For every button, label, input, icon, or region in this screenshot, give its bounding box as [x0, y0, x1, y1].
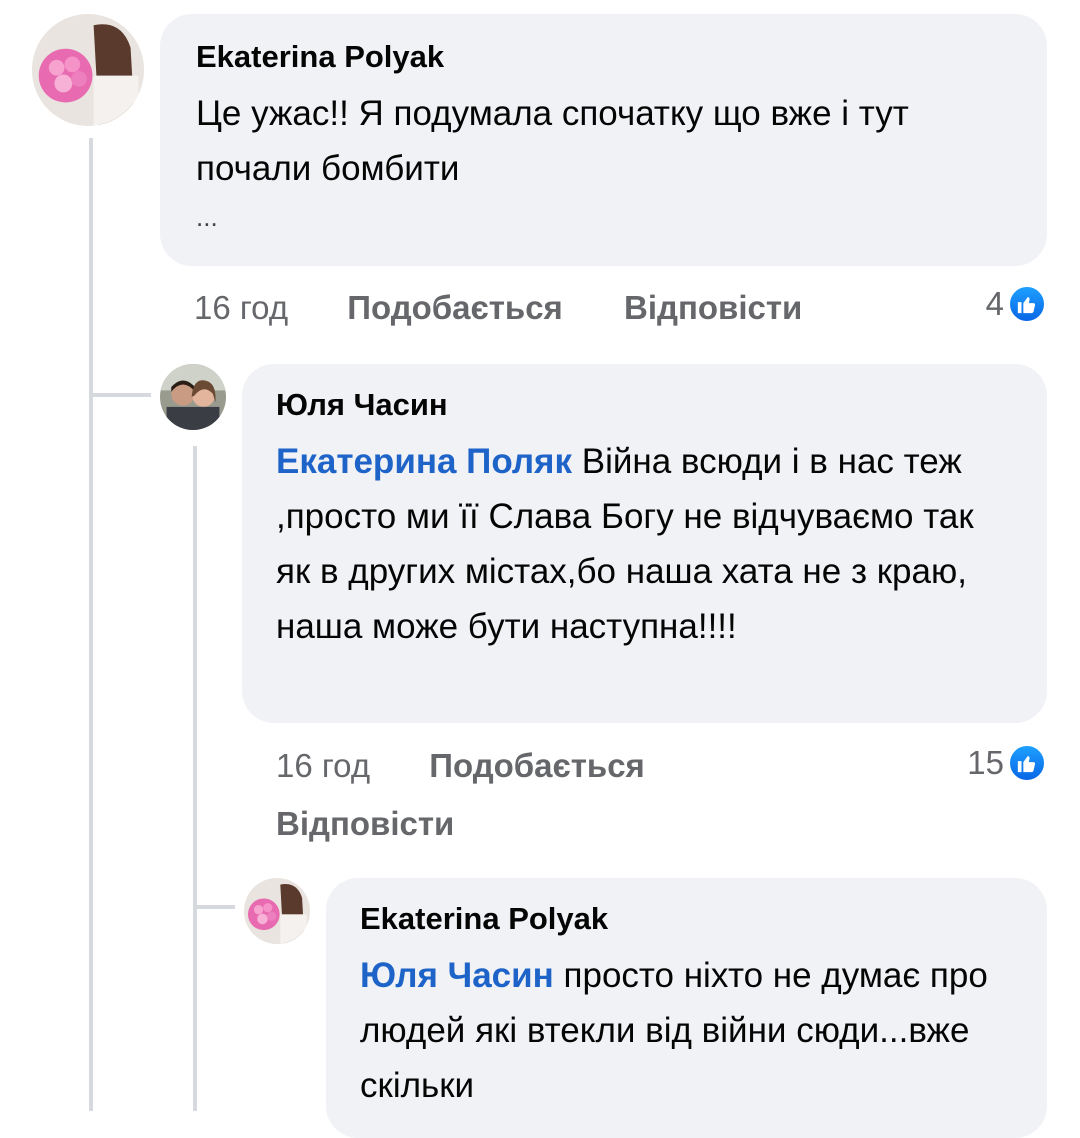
comment-meta: 16 год Подобається Відповісти: [276, 746, 956, 844]
like-button[interactable]: Подобається: [429, 747, 645, 784]
reaction-count[interactable]: 4: [986, 285, 1046, 323]
comment-meta: 16 год Подобається Відповісти: [194, 288, 802, 328]
comment-bubble: Ekaterina Polyak Юля Часин просто ніхто …: [326, 878, 1047, 1138]
reaction-count-value: 15: [967, 744, 1004, 781]
see-more-link[interactable]: ...: [196, 202, 1011, 232]
avatar[interactable]: [244, 878, 310, 944]
like-icon: [1008, 285, 1046, 323]
comment-author[interactable]: Ekaterina Polyak: [360, 900, 1013, 938]
comment-bubble: Юля Часин Екатерина Поляк Війна всюди і …: [242, 364, 1047, 723]
like-icon: [1008, 744, 1046, 782]
comment-text: Це ужас!! Я подумала спочатку що вже і т…: [196, 94, 909, 188]
avatar[interactable]: [160, 364, 226, 430]
comment-time[interactable]: 16 год: [276, 747, 370, 784]
reaction-count-value: 4: [985, 285, 1004, 322]
thread-line-reply: [193, 446, 197, 1111]
avatar[interactable]: [32, 14, 144, 126]
reply-button[interactable]: Відповісти: [276, 805, 454, 842]
comment-time[interactable]: 16 год: [194, 289, 288, 326]
thread-line-branch-2: [193, 905, 235, 909]
reaction-count[interactable]: 15: [967, 744, 1046, 782]
comment-text: Екатерина Поляк Війна всюди і в нас теж …: [276, 434, 1016, 654]
mention-link[interactable]: Екатерина Поляк: [276, 442, 572, 481]
comment-text: Юля Часин просто ніхто не думає про люде…: [360, 948, 1010, 1113]
like-button[interactable]: Подобається: [347, 289, 563, 326]
thread-line-branch-1: [89, 393, 151, 397]
reply-button[interactable]: Відповісти: [624, 289, 802, 326]
thread-line-main: [89, 138, 93, 1111]
comment-bubble: Ekaterina Polyak Це ужас!! Я подумала сп…: [160, 14, 1047, 266]
comment-author[interactable]: Юля Часин: [276, 386, 1013, 424]
comment-author[interactable]: Ekaterina Polyak: [196, 38, 1011, 76]
mention-link[interactable]: Юля Часин: [360, 956, 554, 995]
